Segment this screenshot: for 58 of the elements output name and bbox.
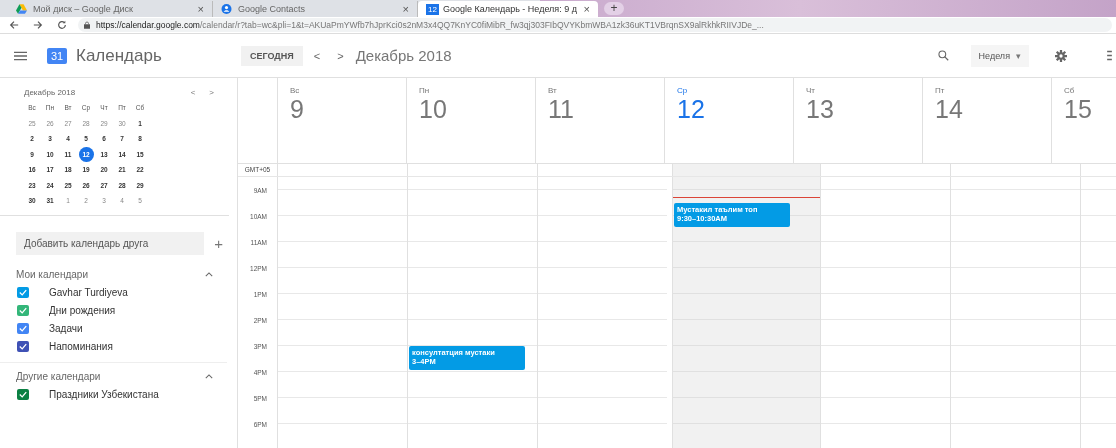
calendar-logo-icon: 31 [47,47,67,64]
month-title: Декабрь 2018 [24,88,77,97]
drive-icon [16,4,27,14]
checkbox[interactable] [17,287,29,298]
weekday-label: Вт [548,86,558,95]
group-title[interactable]: Другие календари [16,370,205,382]
app-title: Календарь [76,45,163,66]
grid-icon[interactable] [1107,50,1112,61]
day-number[interactable]: 10 [419,95,535,123]
weekday-label: Пн [419,86,431,95]
add-button[interactable]: + [214,234,223,252]
add-calendar-field[interactable]: Добавить календарь друга [16,231,205,255]
weekday-label: Чт [806,86,816,95]
calendar-icon: 12 [426,3,439,15]
view-dropdown[interactable]: Неделя ▾ [970,44,1029,67]
chevron-icon[interactable] [205,373,213,379]
lock-icon [84,21,90,29]
close-icon[interactable]: × [583,3,590,15]
search-icon[interactable] [937,50,949,61]
close-icon[interactable]: × [402,3,409,15]
address-field[interactable]: https://calendar.google.com/calendar/r?tab=wc&pli=1&t=AKUaPmYWfb7hJprKci0s2nM3x4QQ7KnYC0fiMibR_fw3qj303FIbQVYKbmWBA1zk36uKT1VBrqnSX9alRkhkRIIVJDe_... [78,18,1112,32]
close-icon[interactable]: × [197,3,204,15]
day-number[interactable]: 9 [290,95,406,123]
weekday-label: Вс [290,86,301,95]
all-day-cell[interactable] [672,164,820,176]
next-button[interactable]: > [331,49,350,62]
calendar-name: Напоминания [49,341,113,352]
day-number[interactable]: 15 [1064,95,1116,123]
group-title[interactable]: Мои календари [16,268,205,280]
calendar-name: Дни рождения [49,305,116,316]
back-icon[interactable] [9,20,19,30]
forward-icon[interactable] [33,20,43,30]
day-number[interactable]: 14 [935,95,1051,123]
checkbox[interactable] [17,323,29,334]
checkbox[interactable] [17,389,29,400]
browser-tab[interactable]: 12 Google Календарь - Неделя: 9 д × [418,1,598,17]
chevron-icon[interactable] [205,271,213,277]
settings-icon[interactable] [1055,49,1067,62]
weekday-label: Ср [677,86,689,95]
menu-icon[interactable] [14,50,27,61]
next-month-button[interactable]: > [202,88,221,97]
previous-month-button[interactable]: < [183,88,203,97]
day-number[interactable]: 12 [677,95,793,123]
calendar-name: Gavhar Turdiyeva [49,287,128,298]
contacts-icon [221,4,232,14]
checkbox[interactable] [17,341,29,352]
previous-button[interactable]: < [307,49,327,62]
weekday-label: Сб [1064,86,1076,95]
calendar-name: Праздники Узбекистана [49,389,159,400]
reload-icon[interactable] [57,20,67,30]
checkbox[interactable] [17,305,29,316]
day-number[interactable]: 11 [548,95,664,123]
day-number[interactable]: 13 [806,95,922,123]
calendar-name: Задачи [49,323,83,334]
weekday-label: Пт [935,86,946,95]
new-tab-button[interactable]: + [604,2,624,15]
period-title: Декабрь 2018 [355,47,453,64]
today-button[interactable]: СЕГОДНЯ [241,45,303,66]
